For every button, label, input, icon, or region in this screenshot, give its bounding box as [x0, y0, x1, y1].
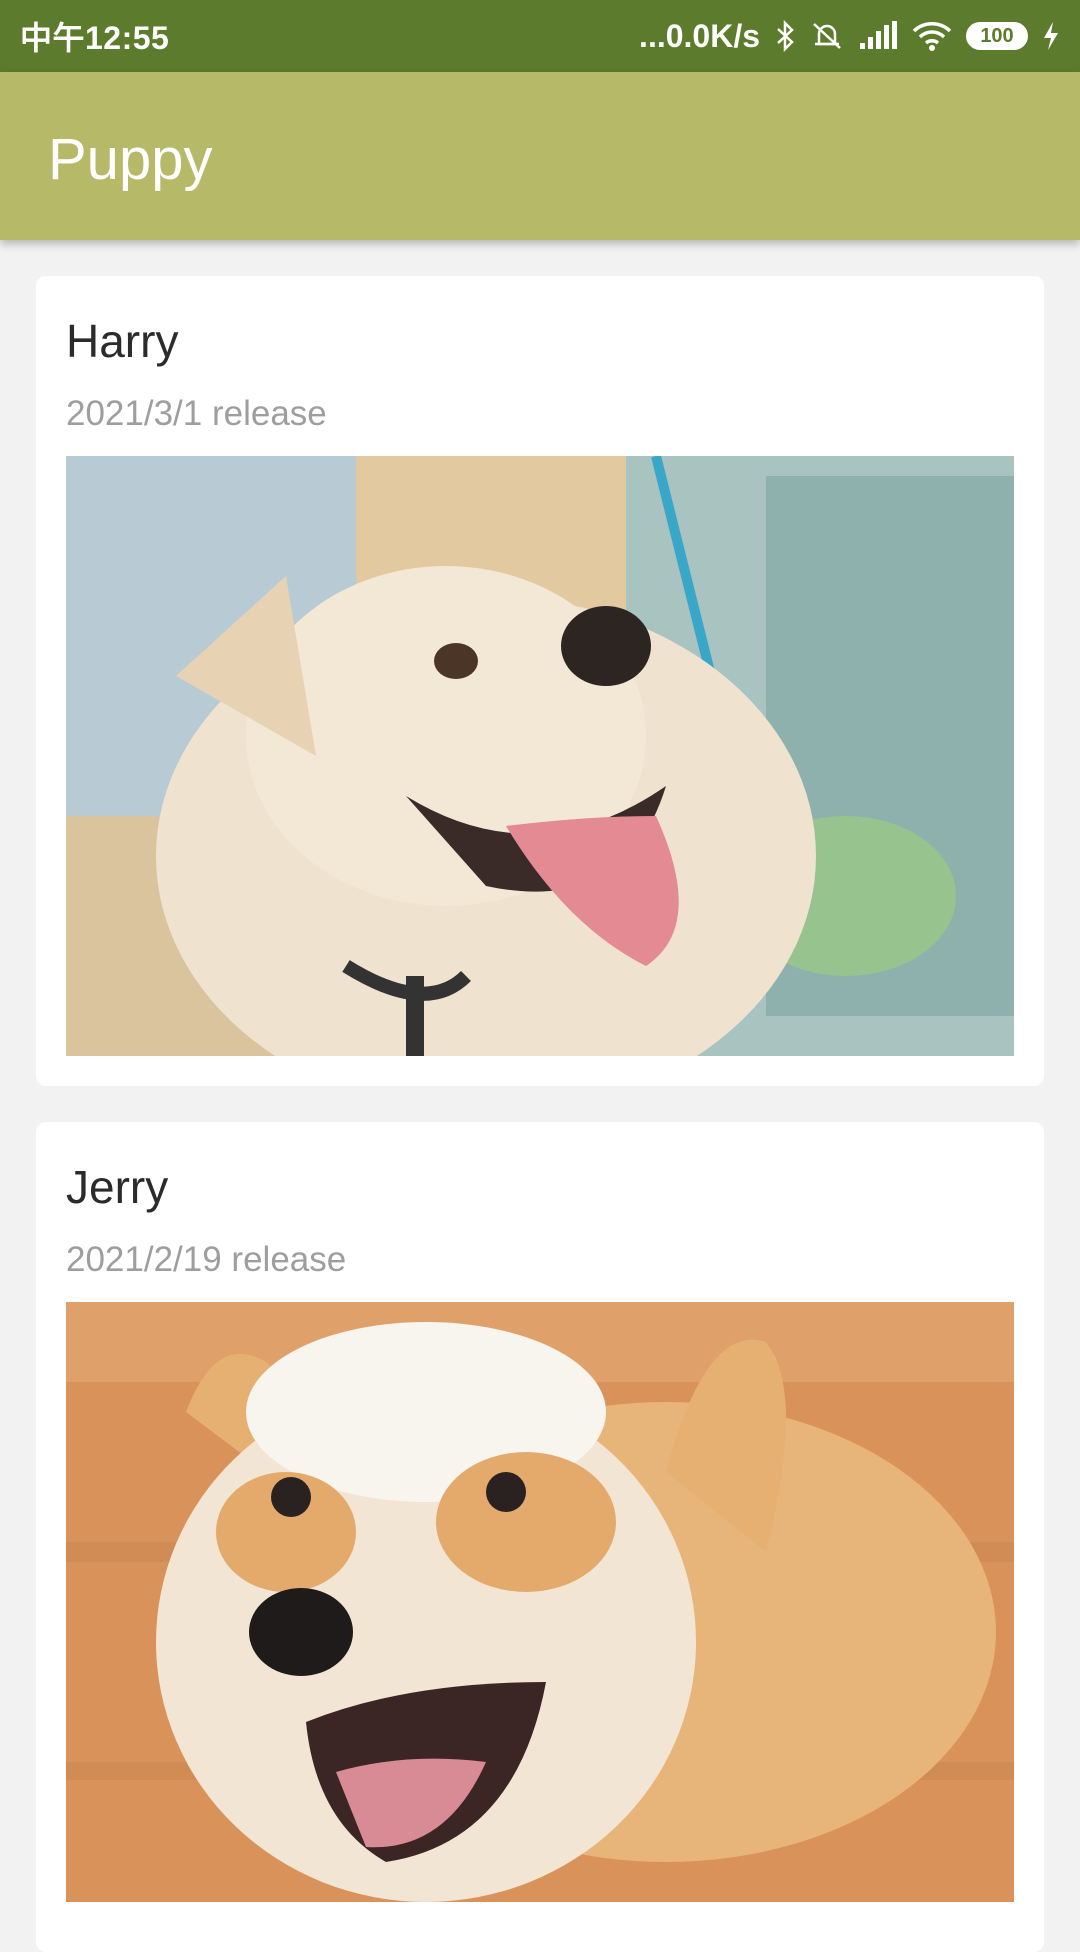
- battery-icon: 100: [966, 22, 1028, 50]
- puppy-photo: [66, 1302, 1014, 1902]
- puppy-card[interactable]: Harry 2021/3/1 release: [36, 276, 1044, 1086]
- mute-icon: [810, 20, 844, 52]
- page-title: Puppy: [48, 127, 213, 192]
- app-bar: Puppy: [0, 72, 1080, 240]
- network-speed: ...0.0K/s: [639, 17, 760, 54]
- puppy-name: Harry: [66, 315, 179, 367]
- wifi-icon: [912, 21, 952, 51]
- puppy-release-date: 2021/2/19 release: [66, 1240, 347, 1279]
- charging-icon: [1042, 21, 1060, 51]
- signal-icon: [858, 21, 898, 51]
- status-time: 中午12:55: [20, 20, 170, 56]
- bluetooth-icon: [774, 20, 796, 52]
- puppy-release-date: 2021/3/1 release: [66, 394, 327, 433]
- puppy-photo: [66, 456, 1014, 1056]
- puppy-name: Jerry: [66, 1161, 169, 1213]
- status-icons: ...0.0K/s 100: [639, 18, 1060, 55]
- puppy-card[interactable]: Jerry 2021/2/19 release: [36, 1122, 1044, 1952]
- status-bar: 中午12:55 ...0.0K/s 100: [0, 0, 1080, 72]
